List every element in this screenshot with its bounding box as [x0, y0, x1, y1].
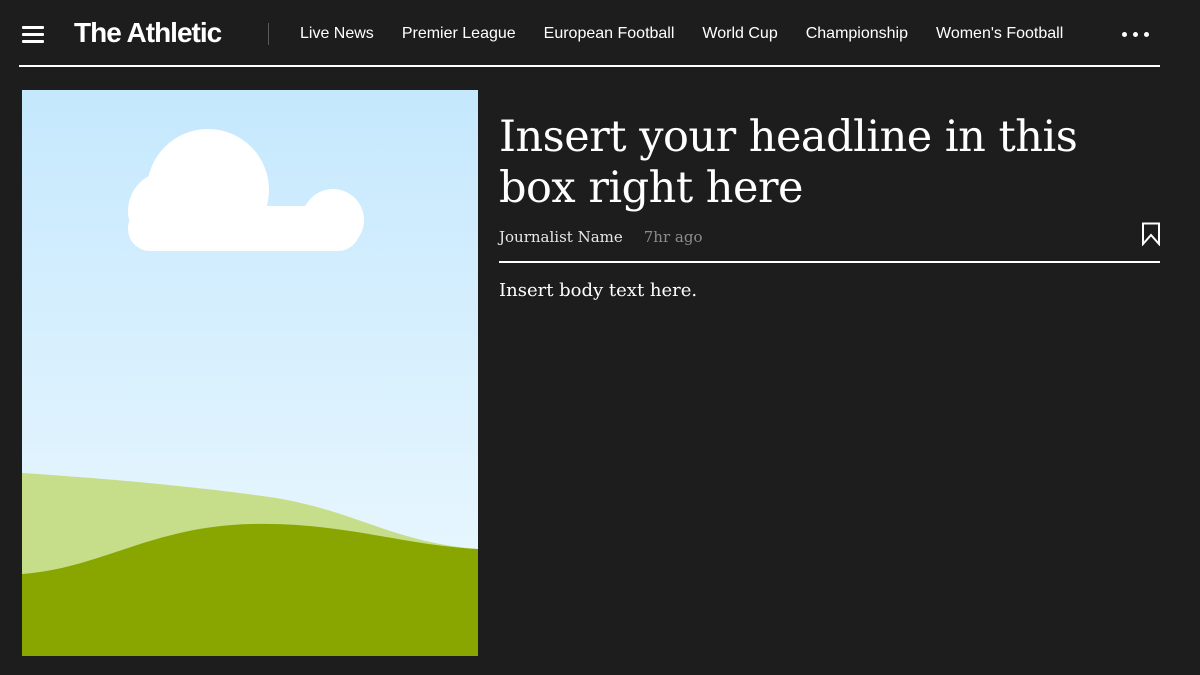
article-body: Insert body text here.	[499, 280, 698, 301]
site-logo[interactable]: The Athletic	[74, 15, 222, 51]
nav-item-live-news[interactable]: Live News	[300, 22, 374, 46]
hero-image	[22, 90, 478, 656]
nav-item-premier-league[interactable]: Premier League	[402, 22, 516, 46]
author-name[interactable]: Journalist Name	[499, 228, 623, 246]
menu-bar-line	[22, 33, 44, 36]
publish-time: 7hr ago	[643, 228, 703, 246]
more-dot	[1122, 32, 1127, 37]
site-header: The Athletic Live News Premier League Eu…	[0, 0, 1200, 68]
article-headline: Insert your headline in this box right h…	[499, 112, 1078, 213]
more-dots-icon[interactable]	[1120, 32, 1154, 38]
logo-divider	[268, 23, 269, 45]
menu-bar-line	[22, 40, 44, 43]
more-dot	[1144, 32, 1149, 37]
nav-item-womens-football[interactable]: Women's Football	[936, 22, 1063, 46]
more-dot	[1133, 32, 1138, 37]
nav-item-european-football[interactable]: European Football	[544, 22, 675, 46]
header-divider	[19, 65, 1160, 67]
bookmark-icon[interactable]	[1141, 222, 1161, 246]
byline: Journalist Name 7hr ago	[499, 226, 702, 248]
menu-bar-line	[22, 26, 44, 29]
nav-item-championship[interactable]: Championship	[806, 22, 908, 46]
article-divider	[499, 261, 1160, 263]
main-nav: Live News Premier League European Footba…	[300, 22, 1063, 46]
nav-item-world-cup[interactable]: World Cup	[702, 22, 777, 46]
hamburger-menu-icon[interactable]	[22, 25, 44, 43]
